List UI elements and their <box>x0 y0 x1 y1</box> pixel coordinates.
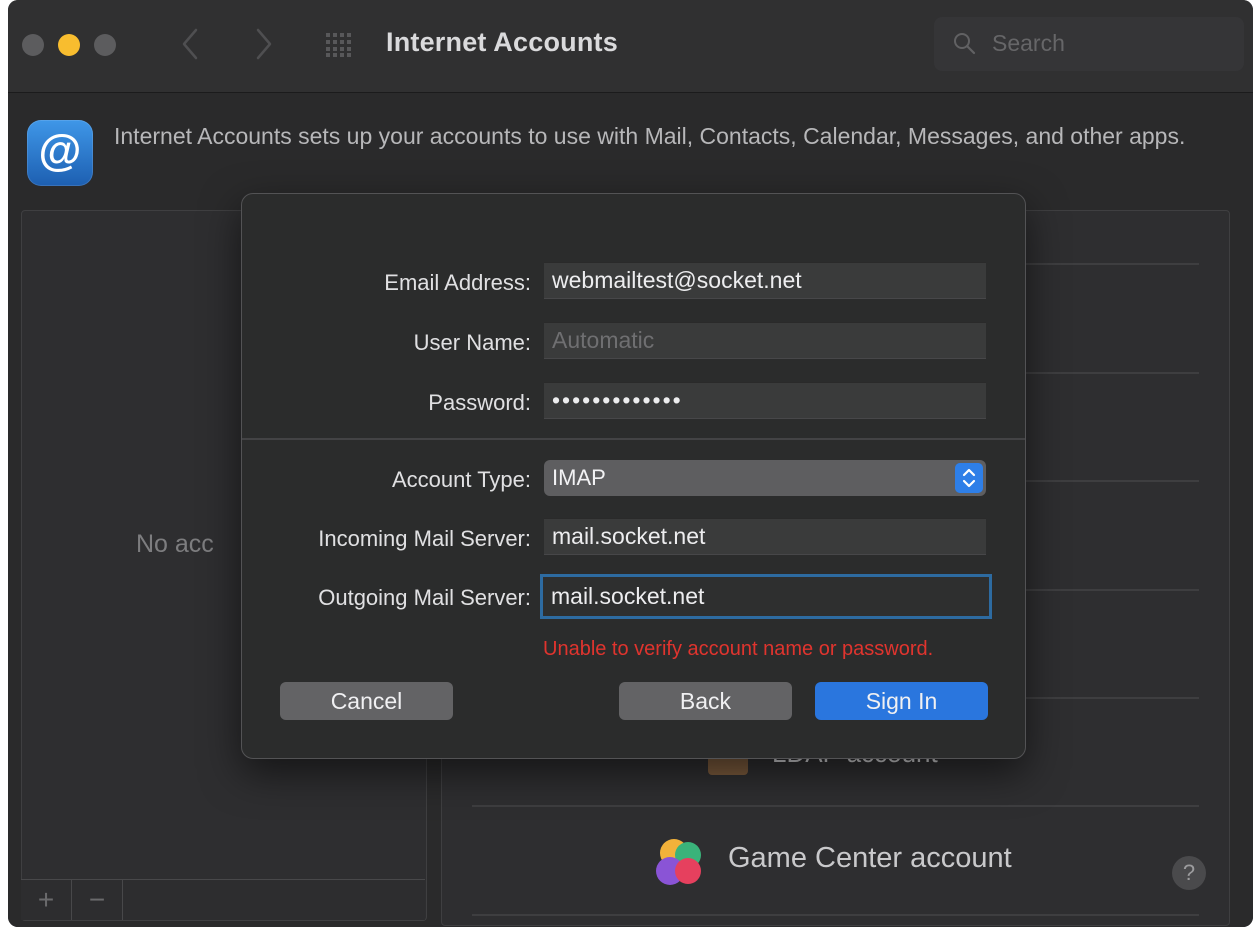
accounts-list-footer: + − <box>21 879 425 920</box>
user-name-field[interactable]: Automatic <box>544 322 986 359</box>
account-type-label: Account Type: <box>391 467 531 492</box>
error-message: Unable to verify account name or passwor… <box>543 638 934 660</box>
outgoing-server-field[interactable]: mail.socket.net <box>540 574 992 619</box>
provider-divider <box>472 805 1199 807</box>
password-label: Password: <box>428 390 531 415</box>
password-field[interactable]: ••••••••••••• <box>544 382 986 419</box>
back-button[interactable]: Back <box>619 682 792 720</box>
user-name-label: User Name: <box>413 330 531 355</box>
zoom-window-button[interactable] <box>94 34 116 56</box>
minimize-window-button[interactable] <box>58 34 80 56</box>
email-address-field[interactable]: webmailtest@socket.net <box>544 262 986 299</box>
help-button[interactable]: ? <box>1172 856 1206 890</box>
provider-divider <box>472 914 1199 916</box>
add-account-button[interactable]: + <box>21 880 72 920</box>
system-preferences-window: Internet Accounts Search @ Internet Acco… <box>8 0 1253 927</box>
game-center-icon <box>656 839 701 885</box>
incoming-server-field[interactable]: mail.socket.net <box>544 518 986 555</box>
cancel-button[interactable]: Cancel <box>280 682 453 720</box>
search-placeholder: Search <box>992 30 1065 56</box>
outgoing-server-label: Outgoing Mail Server: <box>318 585 531 610</box>
provider-game-center-account[interactable]: Game Center account <box>728 842 1012 875</box>
chevron-up-down-icon <box>955 463 983 493</box>
close-window-button[interactable] <box>22 34 44 56</box>
window-title: Internet Accounts <box>386 27 618 57</box>
internet-accounts-icon: @ <box>27 120 93 186</box>
back-arrow-icon[interactable] <box>176 24 206 64</box>
show-all-grid-icon[interactable] <box>326 33 352 57</box>
account-type-select[interactable]: IMAP <box>544 460 986 496</box>
search-icon <box>954 33 976 55</box>
account-type-value: IMAP <box>552 465 606 490</box>
email-address-label: Email Address: <box>384 270 531 295</box>
forward-arrow-icon[interactable] <box>248 24 278 64</box>
sign-in-button[interactable]: Sign In <box>815 682 988 720</box>
search-input[interactable]: Search <box>934 17 1244 71</box>
title-bar: Internet Accounts Search <box>8 0 1253 93</box>
account-setup-sheet: Email Address: webmailtest@socket.net Us… <box>241 193 1026 759</box>
remove-account-button[interactable]: − <box>72 880 123 920</box>
no-accounts-label: No acc <box>136 530 214 558</box>
description-text: Internet Accounts sets up your accounts … <box>114 123 1186 149</box>
sheet-divider <box>242 438 1025 440</box>
incoming-server-label: Incoming Mail Server: <box>318 526 531 551</box>
